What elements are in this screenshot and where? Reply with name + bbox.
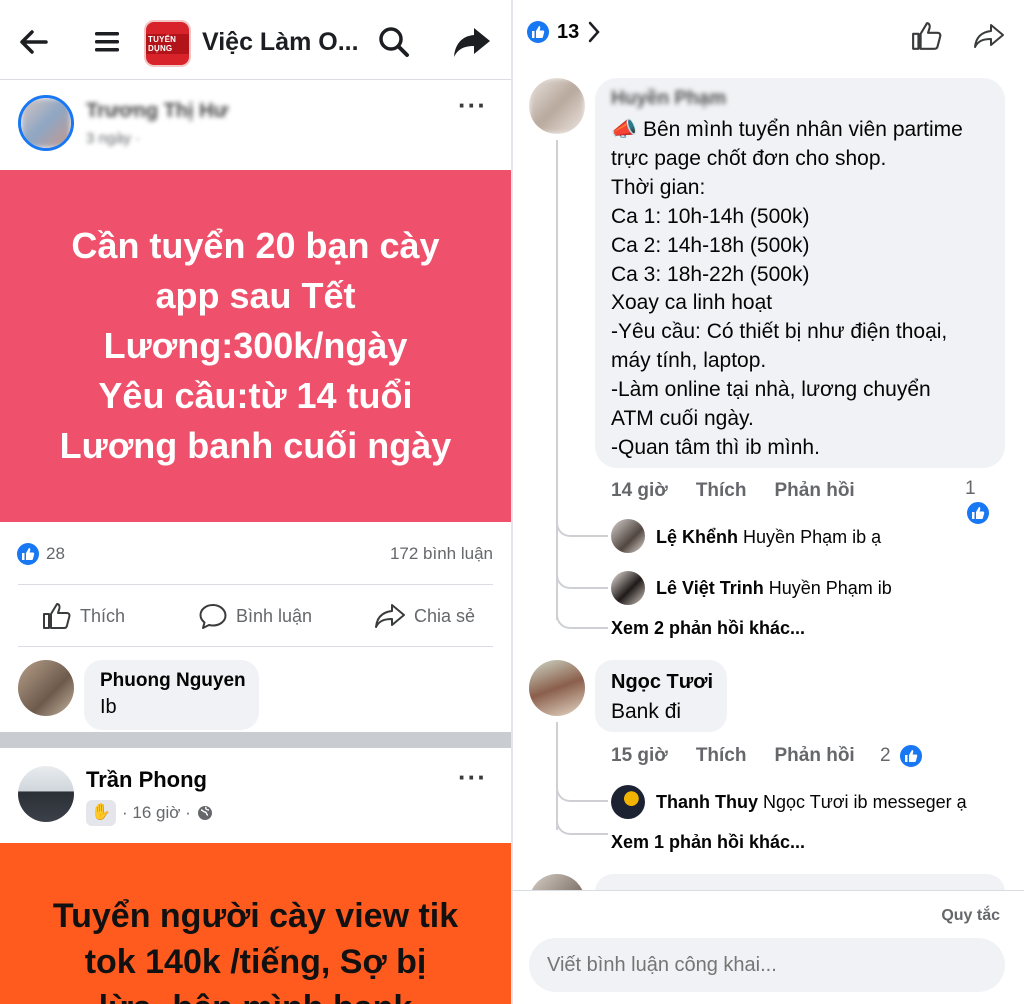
- like-label: Thích: [80, 605, 126, 626]
- wave-icon: ✋: [86, 800, 116, 826]
- post-image[interactable]: Cần tuyển 20 bạn cày app sau Tết Lương:3…: [0, 170, 511, 522]
- page-logo-text: TUYỂN DỤNG: [146, 33, 189, 54]
- like-outline-icon: [43, 603, 71, 629]
- like-reaction-icon: [965, 500, 991, 526]
- share-outline-icon: [375, 604, 405, 628]
- commenter-name[interactable]: Phuong Nguyen: [100, 670, 246, 692]
- search-icon[interactable]: [376, 24, 412, 60]
- like-reaction-icon: [527, 21, 549, 43]
- left-screen: TUYỂN DỤNG Việc Làm O... Trương Thị Hư 3…: [0, 0, 511, 1004]
- post-timestamp: · 16 giờ ·: [122, 803, 191, 822]
- reply-avatar[interactable]: [611, 571, 645, 605]
- author-avatar[interactable]: [18, 766, 74, 822]
- comment-bubble[interactable]: Ngọc Tươi Bank đi: [595, 660, 727, 732]
- comment-composer: Quy tắc: [513, 890, 1024, 1004]
- right-screen: 13 Huyền Phạm 📣 Bên mình tuyển nhân viên…: [513, 0, 1024, 1004]
- share-label: Chia sẻ: [414, 605, 476, 626]
- reply-text: Huyền Phạm ib: [768, 578, 892, 598]
- comment-reaction-count: 2: [880, 745, 891, 767]
- comment-count[interactable]: 172 bình luận: [390, 544, 493, 564]
- comment-reactions[interactable]: 2: [880, 743, 952, 769]
- reply[interactable]: Lệ Khểnh Huyền Phạm ib ạ: [656, 527, 881, 548]
- reaction-count: 13: [557, 20, 580, 43]
- reaction-count[interactable]: 28: [46, 544, 65, 564]
- comment-button[interactable]: Bình luận: [198, 602, 312, 630]
- comment-reply-button[interactable]: Phản hồi: [774, 480, 854, 501]
- reply-connector: [556, 770, 608, 802]
- reply-connector: [556, 815, 608, 835]
- like-reaction-icon: [17, 543, 39, 565]
- page-logo[interactable]: TUYỂN DỤNG: [144, 20, 191, 67]
- post-image[interactable]: Tuyển người cày view tik tok 140k /tiếng…: [0, 843, 511, 1004]
- reply-author[interactable]: Lê Việt Trinh: [656, 578, 764, 598]
- comment-text: Ib: [100, 696, 117, 718]
- thread-line: [556, 140, 558, 620]
- chevron-right-icon: [589, 21, 600, 43]
- commenter-avatar[interactable]: [529, 660, 585, 716]
- reply-connector: [556, 505, 608, 537]
- app-header: TUYỂN DỤNG Việc Làm O...: [0, 0, 511, 80]
- comment-text: Bank đi: [611, 700, 682, 723]
- reply-connector: [556, 555, 608, 589]
- rules-link[interactable]: Quy tắc: [941, 907, 1000, 925]
- reply[interactable]: Lê Việt Trinh Huyền Phạm ib: [656, 578, 892, 599]
- reaction-summary[interactable]: 13: [527, 20, 601, 44]
- share-button[interactable]: Chia sẻ: [374, 602, 475, 630]
- like-reaction-icon: [897, 743, 924, 769]
- menu-icon[interactable]: [92, 26, 122, 58]
- back-arrow-icon[interactable]: [16, 24, 52, 60]
- share-outline-icon[interactable]: [973, 22, 1005, 50]
- reply-text: Ngọc Tươi ib messeger ạ: [763, 792, 967, 812]
- post-author-name[interactable]: Trương Thị Hư: [86, 100, 228, 123]
- reply-author[interactable]: Thanh Thuy: [656, 792, 758, 812]
- comment-text: 📣 Bên mình tuyển nhân viên partime trực …: [611, 118, 963, 459]
- comment-reply-button[interactable]: Phản hồi: [774, 745, 854, 766]
- reply-author[interactable]: Lệ Khểnh: [656, 527, 738, 547]
- comments-header: 13: [513, 0, 1024, 70]
- comment-reaction-count: 1: [965, 478, 976, 499]
- globe-icon: [197, 806, 212, 820]
- post-timestamp: 3 ngày ·: [86, 130, 141, 147]
- commenter-avatar[interactable]: [18, 660, 74, 716]
- post-author-name[interactable]: Trần Phong: [86, 767, 207, 793]
- like-button[interactable]: Thích: [42, 602, 125, 630]
- divider: [18, 646, 493, 647]
- share-icon[interactable]: [452, 24, 492, 60]
- author-avatar[interactable]: [18, 95, 74, 151]
- reply-avatar[interactable]: [611, 519, 645, 553]
- view-more-replies[interactable]: Xem 2 phản hồi khác...: [611, 618, 805, 639]
- comment-meta: 14 giờ Thích Phản hồi: [611, 480, 883, 502]
- post-actions: Thích Bình luận Chia sẻ: [0, 588, 511, 646]
- reply-connector: [556, 605, 608, 629]
- comment-reactions[interactable]: 1: [965, 478, 1024, 526]
- post-meta: ✋ · 16 giờ ·: [86, 800, 213, 826]
- divider: [18, 584, 493, 585]
- post-image-text: Cần tuyển 20 bạn cày app sau Tết Lương:3…: [59, 225, 452, 466]
- feed-separator: [0, 732, 511, 748]
- comment-input[interactable]: [529, 938, 1005, 992]
- reply-avatar[interactable]: [611, 785, 645, 819]
- comment-like-button[interactable]: Thích: [696, 745, 747, 766]
- commenter-name[interactable]: Huyền Phạm: [611, 88, 726, 110]
- reaction-summary: 28 172 bình luận: [0, 530, 511, 580]
- comment-time: 14 giờ: [611, 480, 668, 501]
- comment-like-button[interactable]: Thích: [696, 480, 747, 501]
- view-more-replies[interactable]: Xem 1 phản hồi khác...: [611, 832, 805, 853]
- post-image-text: Tuyển người cày view tik tok 140k /tiếng…: [52, 897, 459, 1004]
- reply-text: Huyền Phạm ib ạ: [743, 527, 882, 547]
- more-options-icon[interactable]: ···: [458, 92, 487, 118]
- commenter-avatar[interactable]: [529, 78, 585, 134]
- comment-bubble[interactable]: Huyền Phạm 📣 Bên mình tuyển nhân viên pa…: [595, 78, 1005, 468]
- commenter-name[interactable]: Ngọc Tươi: [611, 671, 713, 694]
- like-outline-icon[interactable]: [911, 20, 943, 52]
- more-options-icon[interactable]: ···: [458, 764, 487, 790]
- comment-label: Bình luận: [236, 605, 313, 626]
- page-title[interactable]: Việc Làm O...: [202, 28, 359, 57]
- comment-outline-icon: [199, 604, 227, 629]
- comment-meta: 15 giờ Thích Phản hồi: [611, 745, 883, 767]
- comment-time: 15 giờ: [611, 745, 668, 766]
- reply[interactable]: Thanh Thuy Ngọc Tươi ib messeger ạ: [656, 792, 967, 813]
- comment-bubble[interactable]: Phuong Nguyen Ib: [84, 660, 259, 730]
